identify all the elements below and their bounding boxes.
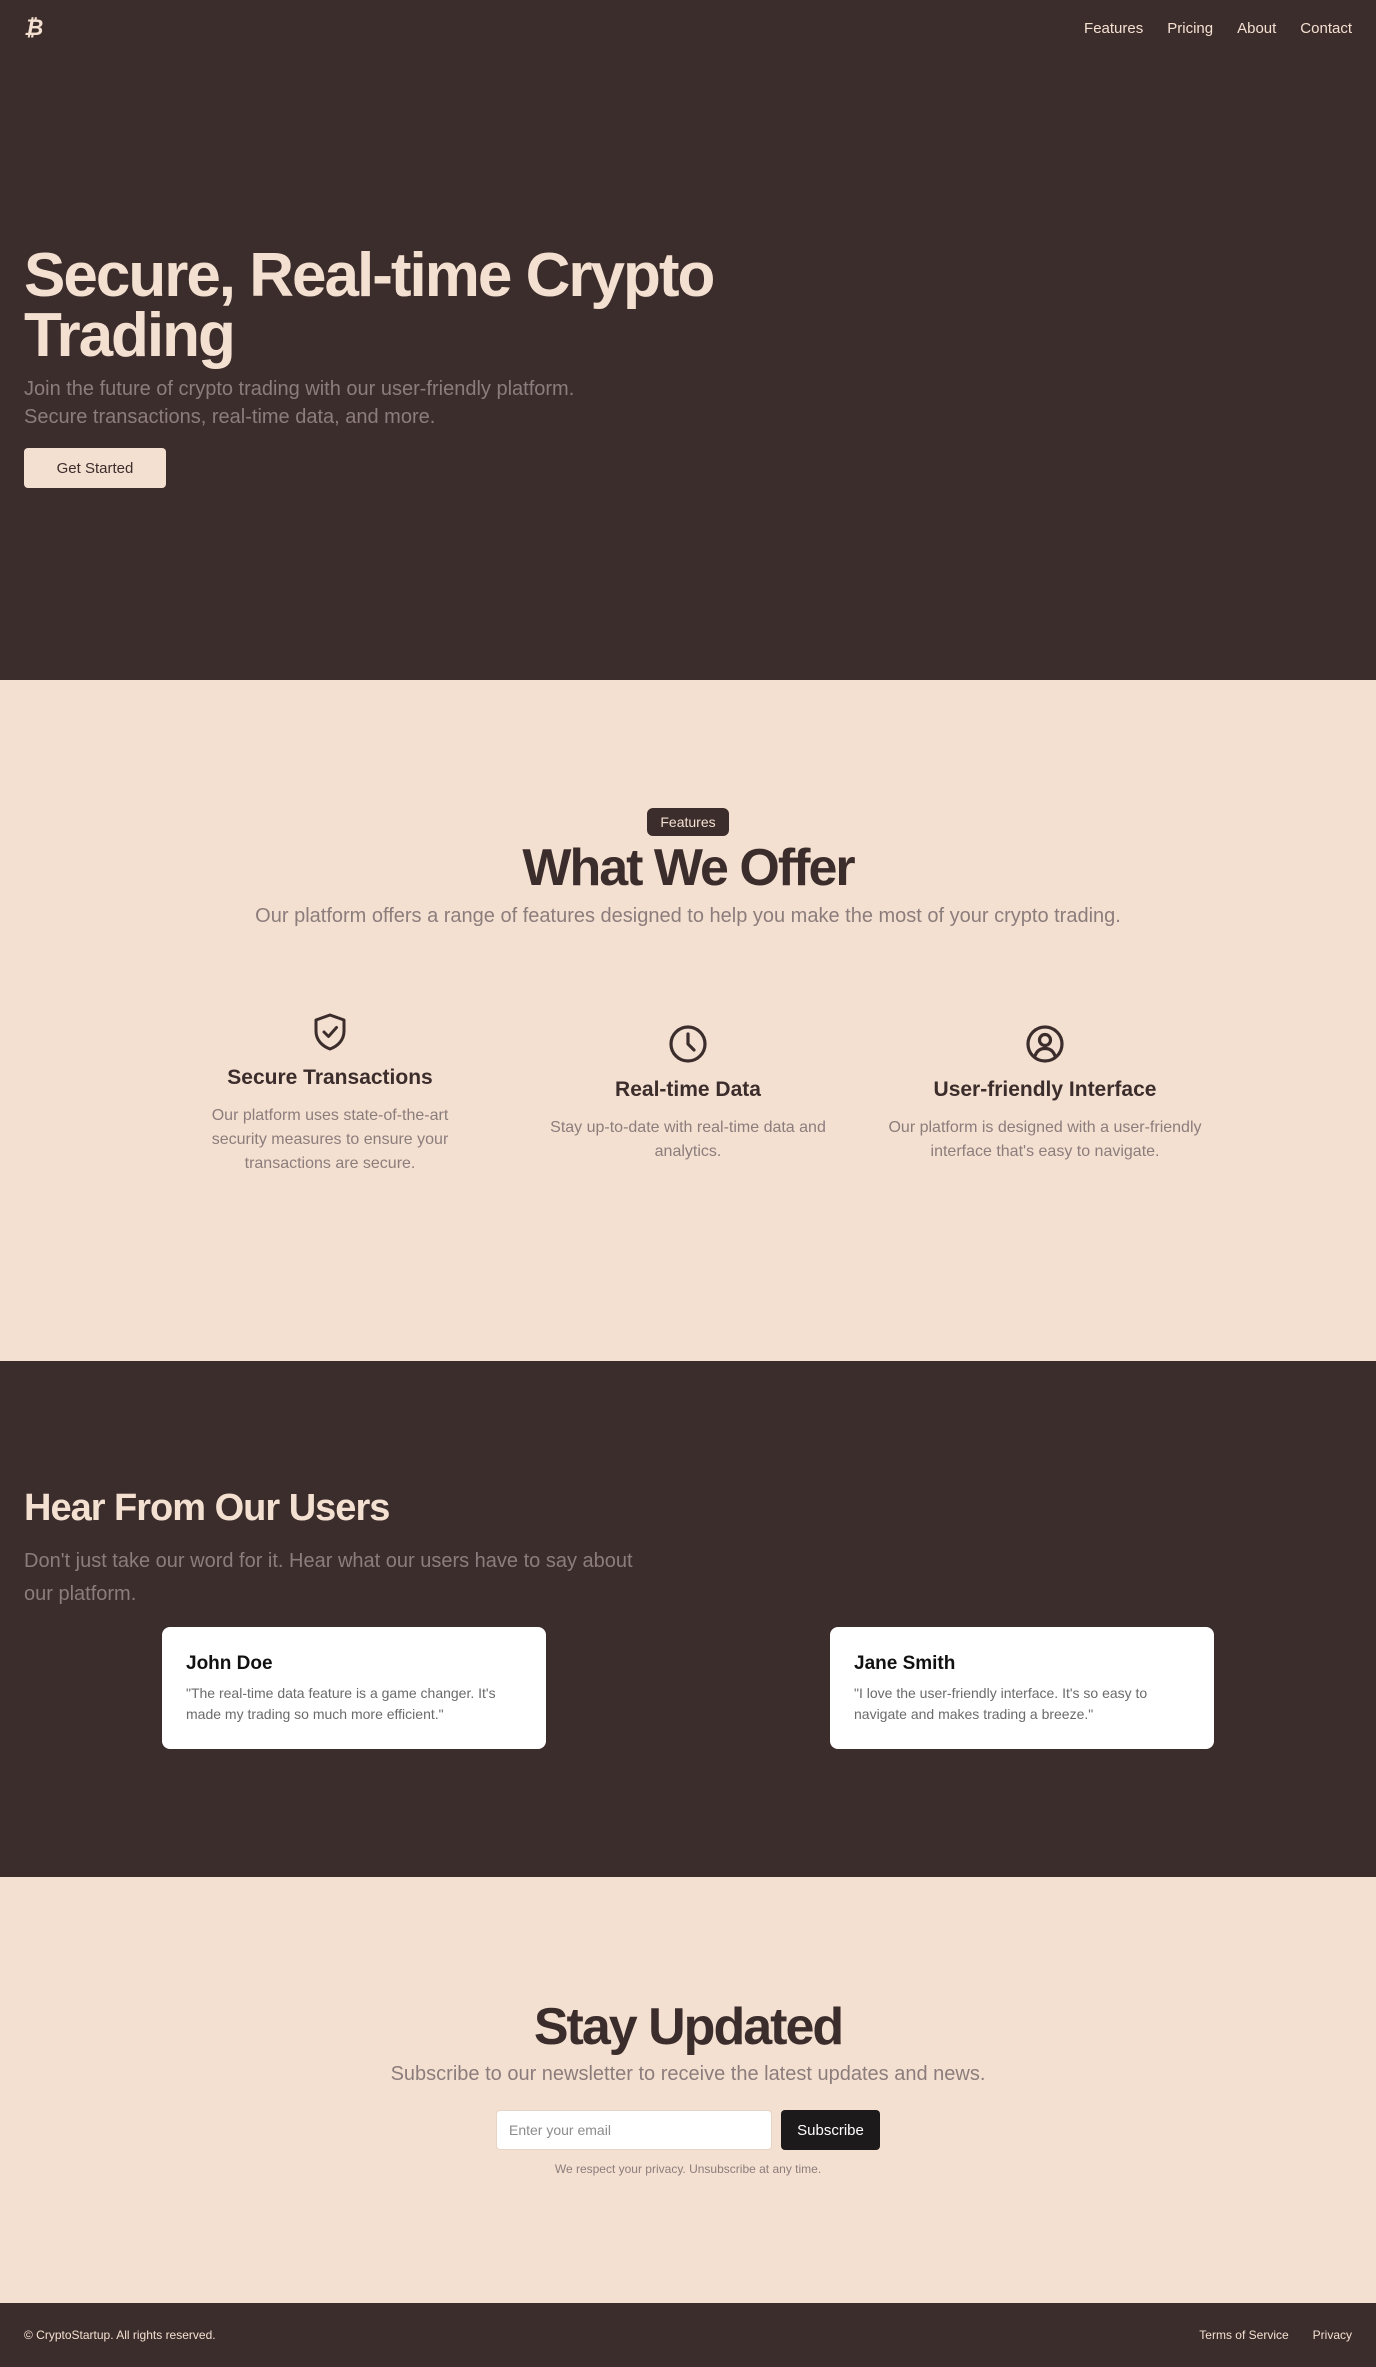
testimonial-card: John Doe "The real-time data feature is … xyxy=(162,1627,546,1749)
shield-check-icon xyxy=(314,1013,346,1051)
features-badge: Features xyxy=(647,808,729,836)
testimonial-quote: "The real-time data feature is a game ch… xyxy=(186,1685,496,1722)
feature-card-secure: Secure Transactions Our platform uses st… xyxy=(186,1012,474,1176)
features-title: What We Offer xyxy=(522,839,855,897)
email-input[interactable] xyxy=(496,2110,772,2150)
nav-pricing-link[interactable]: Pricing xyxy=(1167,20,1213,37)
newsletter-subtitle: Subscribe to our newsletter to receive t… xyxy=(390,2063,986,2085)
feature-card-realtime: Real-time Data Stay up-to-date with real… xyxy=(528,1024,848,1164)
feature-title: User-friendly Interface xyxy=(933,1078,1157,1101)
feature-text: Our platform uses state-of-the-art secur… xyxy=(211,1107,449,1172)
feature-text: Stay up-to-date with real-time data and … xyxy=(550,1119,826,1160)
nav-about-link[interactable]: About xyxy=(1237,20,1276,37)
hero-subtitle: Join the future of crypto trading with o… xyxy=(24,378,575,428)
nav-features-link[interactable]: Features xyxy=(1084,20,1143,37)
testimonials-subtitle: Don't just take our word for it. Hear wh… xyxy=(24,1550,633,1605)
get-started-button[interactable]: Get Started xyxy=(24,448,166,488)
feature-title: Secure Transactions xyxy=(227,1066,433,1089)
site-header: ₿ Features Pricing About Contact xyxy=(0,0,1376,56)
clock-icon xyxy=(669,1025,707,1063)
testimonial-quote: "I love the user-friendly interface. It'… xyxy=(854,1685,1148,1722)
terms-link[interactable]: Terms of Service xyxy=(1199,2328,1288,2342)
bitcoin-logo-icon[interactable]: ₿ xyxy=(24,15,43,41)
features-subtitle: Our platform offers a range of features … xyxy=(255,905,1121,927)
newsletter-title: Stay Updated xyxy=(533,1998,844,2056)
testimonial-name: Jane Smith xyxy=(854,1653,956,1674)
testimonial-name: John Doe xyxy=(186,1653,273,1674)
testimonials-section: Hear From Our Users Don't just take our … xyxy=(0,1361,1376,1877)
privacy-note: We respect your privacy. Unsubscribe at … xyxy=(554,2162,822,2176)
feature-title: Real-time Data xyxy=(615,1078,761,1101)
testimonial-card: Jane Smith "I love the user-friendly int… xyxy=(830,1627,1214,1749)
main-nav: Features Pricing About Contact xyxy=(1084,20,1352,37)
hero-section: Secure, Real-time Crypto Trading Join th… xyxy=(0,0,1376,680)
user-circle-icon xyxy=(1026,1025,1064,1063)
privacy-link[interactable]: Privacy xyxy=(1313,2328,1352,2342)
subscribe-button[interactable]: Subscribe xyxy=(781,2110,880,2150)
feature-card-ui: User-friendly Interface Our platform is … xyxy=(880,1024,1210,1164)
nav-contact-link[interactable]: Contact xyxy=(1300,20,1352,37)
testimonials-title: Hear From Our Users xyxy=(24,1487,390,1529)
copyright-text: © CryptoStartup. All rights reserved. xyxy=(24,2328,216,2342)
feature-text: Our platform is designed with a user-fri… xyxy=(888,1119,1202,1160)
hero-title: Secure, Real-time Crypto Trading xyxy=(24,241,715,370)
site-footer: © CryptoStartup. All rights reserved. Te… xyxy=(0,2303,1376,2367)
newsletter-section: Stay Updated Subscribe to our newsletter… xyxy=(0,1877,1376,2303)
footer-links: Terms of Service Privacy xyxy=(1199,2328,1352,2342)
features-section: Features What We Offer Our platform offe… xyxy=(0,680,1376,1361)
